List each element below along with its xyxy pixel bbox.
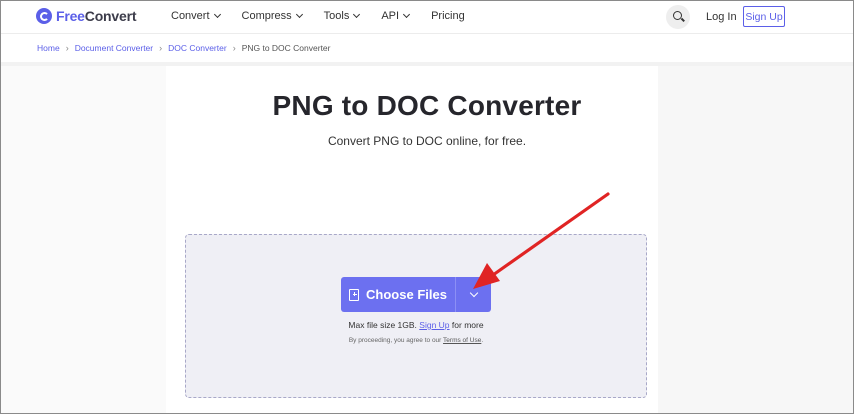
browser-frame: FreeConvert Convert Compress Tools API P… (0, 0, 854, 414)
search-icon[interactable] (666, 5, 690, 29)
chevron-down-icon (295, 10, 303, 19)
breadcrumb: Home › Document Converter › DOC Converte… (37, 43, 331, 53)
nav-compress[interactable]: Compress (241, 10, 303, 22)
terms-text: By proceeding, you agree to our (348, 337, 442, 344)
login-link[interactable]: Log In (706, 11, 737, 23)
nav-convert[interactable]: Convert (171, 10, 221, 22)
max-file-size-note: Max file size 1GB. Sign Up for more (1, 320, 831, 330)
breadcrumb-current: PNG to DOC Converter (241, 43, 331, 53)
chevron-right-icon: › (159, 43, 163, 53)
choose-files-button[interactable]: Choose Files (341, 277, 455, 312)
nav-tools-label: Tools (323, 10, 350, 22)
file-dropzone[interactable] (185, 234, 647, 398)
logo[interactable]: FreeConvert (36, 8, 136, 24)
nav-pricing-label: Pricing (431, 10, 465, 22)
choose-files-label: Choose Files (366, 287, 447, 302)
breadcrumb-document-converter[interactable]: Document Converter (75, 43, 153, 53)
page-title: PNG to DOC Converter (272, 90, 582, 121)
terms-suffix: . (481, 337, 484, 344)
chevron-down-icon (469, 288, 478, 298)
top-header: FreeConvert Convert Compress Tools API P… (1, 1, 853, 34)
nav-pricing[interactable]: Pricing (431, 10, 465, 22)
chevron-down-icon (353, 10, 361, 19)
signup-link[interactable]: Sign Up (419, 320, 449, 330)
max-size-suffix: for more (451, 320, 484, 330)
nav-api-label: API (381, 10, 400, 22)
choose-files-button-group: Choose Files (341, 277, 491, 312)
file-add-icon (349, 288, 360, 301)
breadcrumb-doc-converter[interactable]: DOC Converter (168, 43, 227, 53)
chevron-down-icon (213, 10, 221, 19)
breadcrumb-home[interactable]: Home (37, 43, 60, 53)
main-nav: Convert Compress Tools API Pricing (171, 10, 487, 22)
nav-compress-label: Compress (241, 10, 292, 22)
terms-note: By proceeding, you agree to our Terms of… (1, 337, 831, 344)
upload-source-dropdown[interactable] (455, 277, 491, 312)
nav-api[interactable]: API (381, 10, 411, 22)
chevron-right-icon: › (232, 43, 236, 53)
nav-convert-label: Convert (171, 10, 210, 22)
chevron-right-icon: › (65, 43, 69, 53)
refresh-logo-icon (36, 8, 52, 24)
signup-button[interactable]: Sign Up (743, 6, 785, 27)
chevron-down-icon (403, 10, 411, 19)
nav-tools[interactable]: Tools (323, 10, 361, 22)
logo-text: FreeConvert (56, 8, 137, 24)
max-size-text: Max file size 1GB. (348, 320, 417, 330)
terms-of-use-link[interactable]: Terms of Use (443, 337, 481, 344)
page-subtitle: Convert PNG to DOC online, for free. (327, 134, 527, 148)
